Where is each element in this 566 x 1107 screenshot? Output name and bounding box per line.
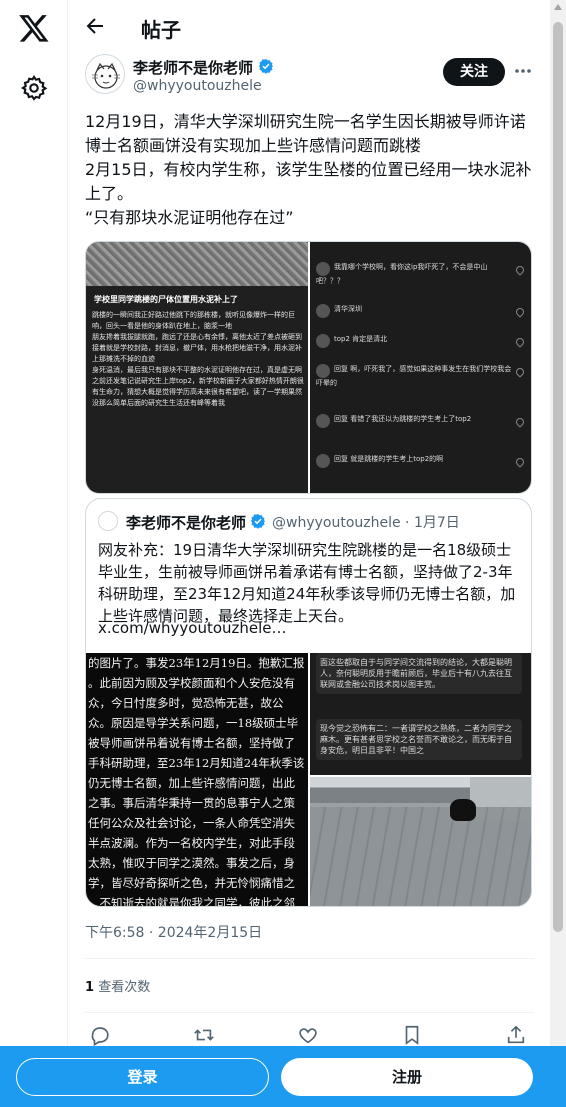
comment-item: 我靠哪个学校啊，看你这ip我吓死了，不会是中山吧？？？ xyxy=(316,262,488,285)
gear-icon[interactable] xyxy=(20,74,48,102)
left-nav xyxy=(0,0,68,1107)
commenter-avatar xyxy=(316,334,330,348)
divider xyxy=(85,958,534,959)
commenter-avatar xyxy=(316,414,330,428)
like-icon xyxy=(514,416,526,428)
quote-image-text: 的图片了。事发23年12月19日。抱歉汇报 。此前因为顾及学校颜面和个人安危没有… xyxy=(88,656,305,907)
media-image-comments[interactable]: 我靠哪个学校啊，看你这ip我吓死了，不会是中山吧？？？ 清华深圳 top2 肯定… xyxy=(310,242,531,493)
like-icon xyxy=(514,336,526,348)
quote-avatar xyxy=(98,511,118,531)
comment-item: 回复 就是跳楼的学生考上top2的啊 xyxy=(316,454,512,468)
scrollbar[interactable] xyxy=(550,0,566,1107)
login-button[interactable]: 登录 xyxy=(16,1058,269,1096)
verified-badge-icon xyxy=(250,513,266,529)
tweet-media[interactable]: 学校里同学跳楼的尸体位置用水泥补上了 跳楼的一瞬间我正好路过他跳下的那栋楼，就听… xyxy=(85,241,532,494)
bookmark-icon[interactable] xyxy=(401,1024,423,1046)
like-icon xyxy=(514,264,526,276)
view-count-number: 1 xyxy=(85,980,95,995)
x-logo-icon[interactable] xyxy=(18,12,50,44)
quote-media-floor-photo[interactable] xyxy=(310,777,531,906)
like-icon xyxy=(514,456,526,468)
comment-item: 清华深圳 xyxy=(316,304,512,318)
view-count-label: 查看次数 xyxy=(98,980,151,995)
back-arrow-icon[interactable] xyxy=(83,14,107,38)
scrollbar-thumb[interactable] xyxy=(553,22,563,932)
media-caption-title: 学校里同学跳楼的尸体位置用水泥补上了 xyxy=(94,295,238,304)
top-bar: 帖子 xyxy=(69,0,550,54)
commenter-avatar xyxy=(316,304,330,318)
comment-item: 回复 啊，吓死我了，感觉如果这种事发生在我们学校我会吓晕的 xyxy=(316,364,512,387)
like-icon xyxy=(514,366,526,378)
commenter-avatar xyxy=(316,262,330,276)
signup-button[interactable]: 注册 xyxy=(281,1058,533,1096)
commenter-avatar xyxy=(316,454,330,468)
quote-author-handle: @whyyoutouzhele · 1月7日 xyxy=(272,515,460,531)
quote-text: 网友补充：19日清华大学深圳研究生院跳楼的是一名18级硕士毕业生，生前被导师画饼… xyxy=(98,541,516,625)
main-column: 帖子 李老师不是你老师 @whyyoutouzhele 关注 12月19日，清华… xyxy=(69,0,550,1107)
page-title: 帖子 xyxy=(141,18,181,42)
author-name[interactable]: 李老师不是你老师 xyxy=(133,57,253,78)
view-count: 1 查看次数 xyxy=(85,976,150,995)
commenter-avatar xyxy=(316,364,330,378)
photo-floor xyxy=(310,807,531,906)
author-handle[interactable]: @whyyoutouzhele xyxy=(133,78,262,94)
avatar[interactable] xyxy=(85,54,125,94)
media-caption-body: 跳楼的一瞬间我正好路过他跳下的那栋楼，就听见像爆炸一样的巨响，回头一看是他的身体… xyxy=(92,311,304,407)
verified-badge-icon xyxy=(258,58,274,74)
scroll-up-arrow-icon[interactable] xyxy=(554,4,562,10)
quote-media-text-image[interactable]: 的图片了。事发23年12月19日。抱歉汇报 。此前因为顾及学校颜面和个人安危没有… xyxy=(86,653,308,907)
quote-link[interactable]: x.com/whyyoutouzhele… xyxy=(98,619,287,637)
quote-media-chat-image[interactable]: 面这些都取自于与同学间交流得到的结论，大都是聪明人，奈何聪明反用于瞻前顾后，毕业… xyxy=(310,653,531,775)
reply-icon[interactable] xyxy=(89,1024,111,1047)
quote-tweet[interactable]: 李老师不是你老师 @whyyoutouzhele · 1月7日 网友补充：19日… xyxy=(85,498,532,907)
comment-item: top2 肯定是清北 xyxy=(316,334,512,348)
chat-bubble: 现今觉之恐怖有二：一者谓学校之熟练，二者为同学之麻木。更有甚者思学校之名誉而不敢… xyxy=(316,719,522,760)
follow-button[interactable]: 关注 xyxy=(443,58,505,86)
photo-black-bag xyxy=(450,799,476,821)
like-icon xyxy=(514,306,526,318)
repost-icon[interactable] xyxy=(193,1024,215,1046)
media-image-screenshot-post[interactable]: 学校里同学跳楼的尸体位置用水泥补上了 跳楼的一瞬间我正好路过他跳下的那栋楼，就听… xyxy=(86,242,308,493)
gravel-photo xyxy=(86,242,308,286)
tweet-text: 12月19日，清华大学深圳研究生院一名学生因长期被导师许诺博士名额画饼没有实现加… xyxy=(85,112,532,227)
like-icon[interactable] xyxy=(297,1024,319,1046)
bottom-login-bar: 登录 注册 xyxy=(0,1046,566,1107)
more-options-icon[interactable] xyxy=(513,60,533,82)
quote-author-name: 李老师不是你老师 xyxy=(126,514,247,532)
chat-bubble: 面这些都取自于与同学间交流得到的结论，大都是聪明人，奈何聪明反用于瞻前顾后，毕业… xyxy=(316,653,522,694)
tweet-timestamp[interactable]: 下午6:58 · 2024年2月15日 xyxy=(85,922,262,942)
divider xyxy=(85,1012,534,1013)
comment-item: 回复 看错了我还以为跳楼的学生考上了top2 xyxy=(316,414,512,428)
share-icon[interactable] xyxy=(505,1024,527,1046)
